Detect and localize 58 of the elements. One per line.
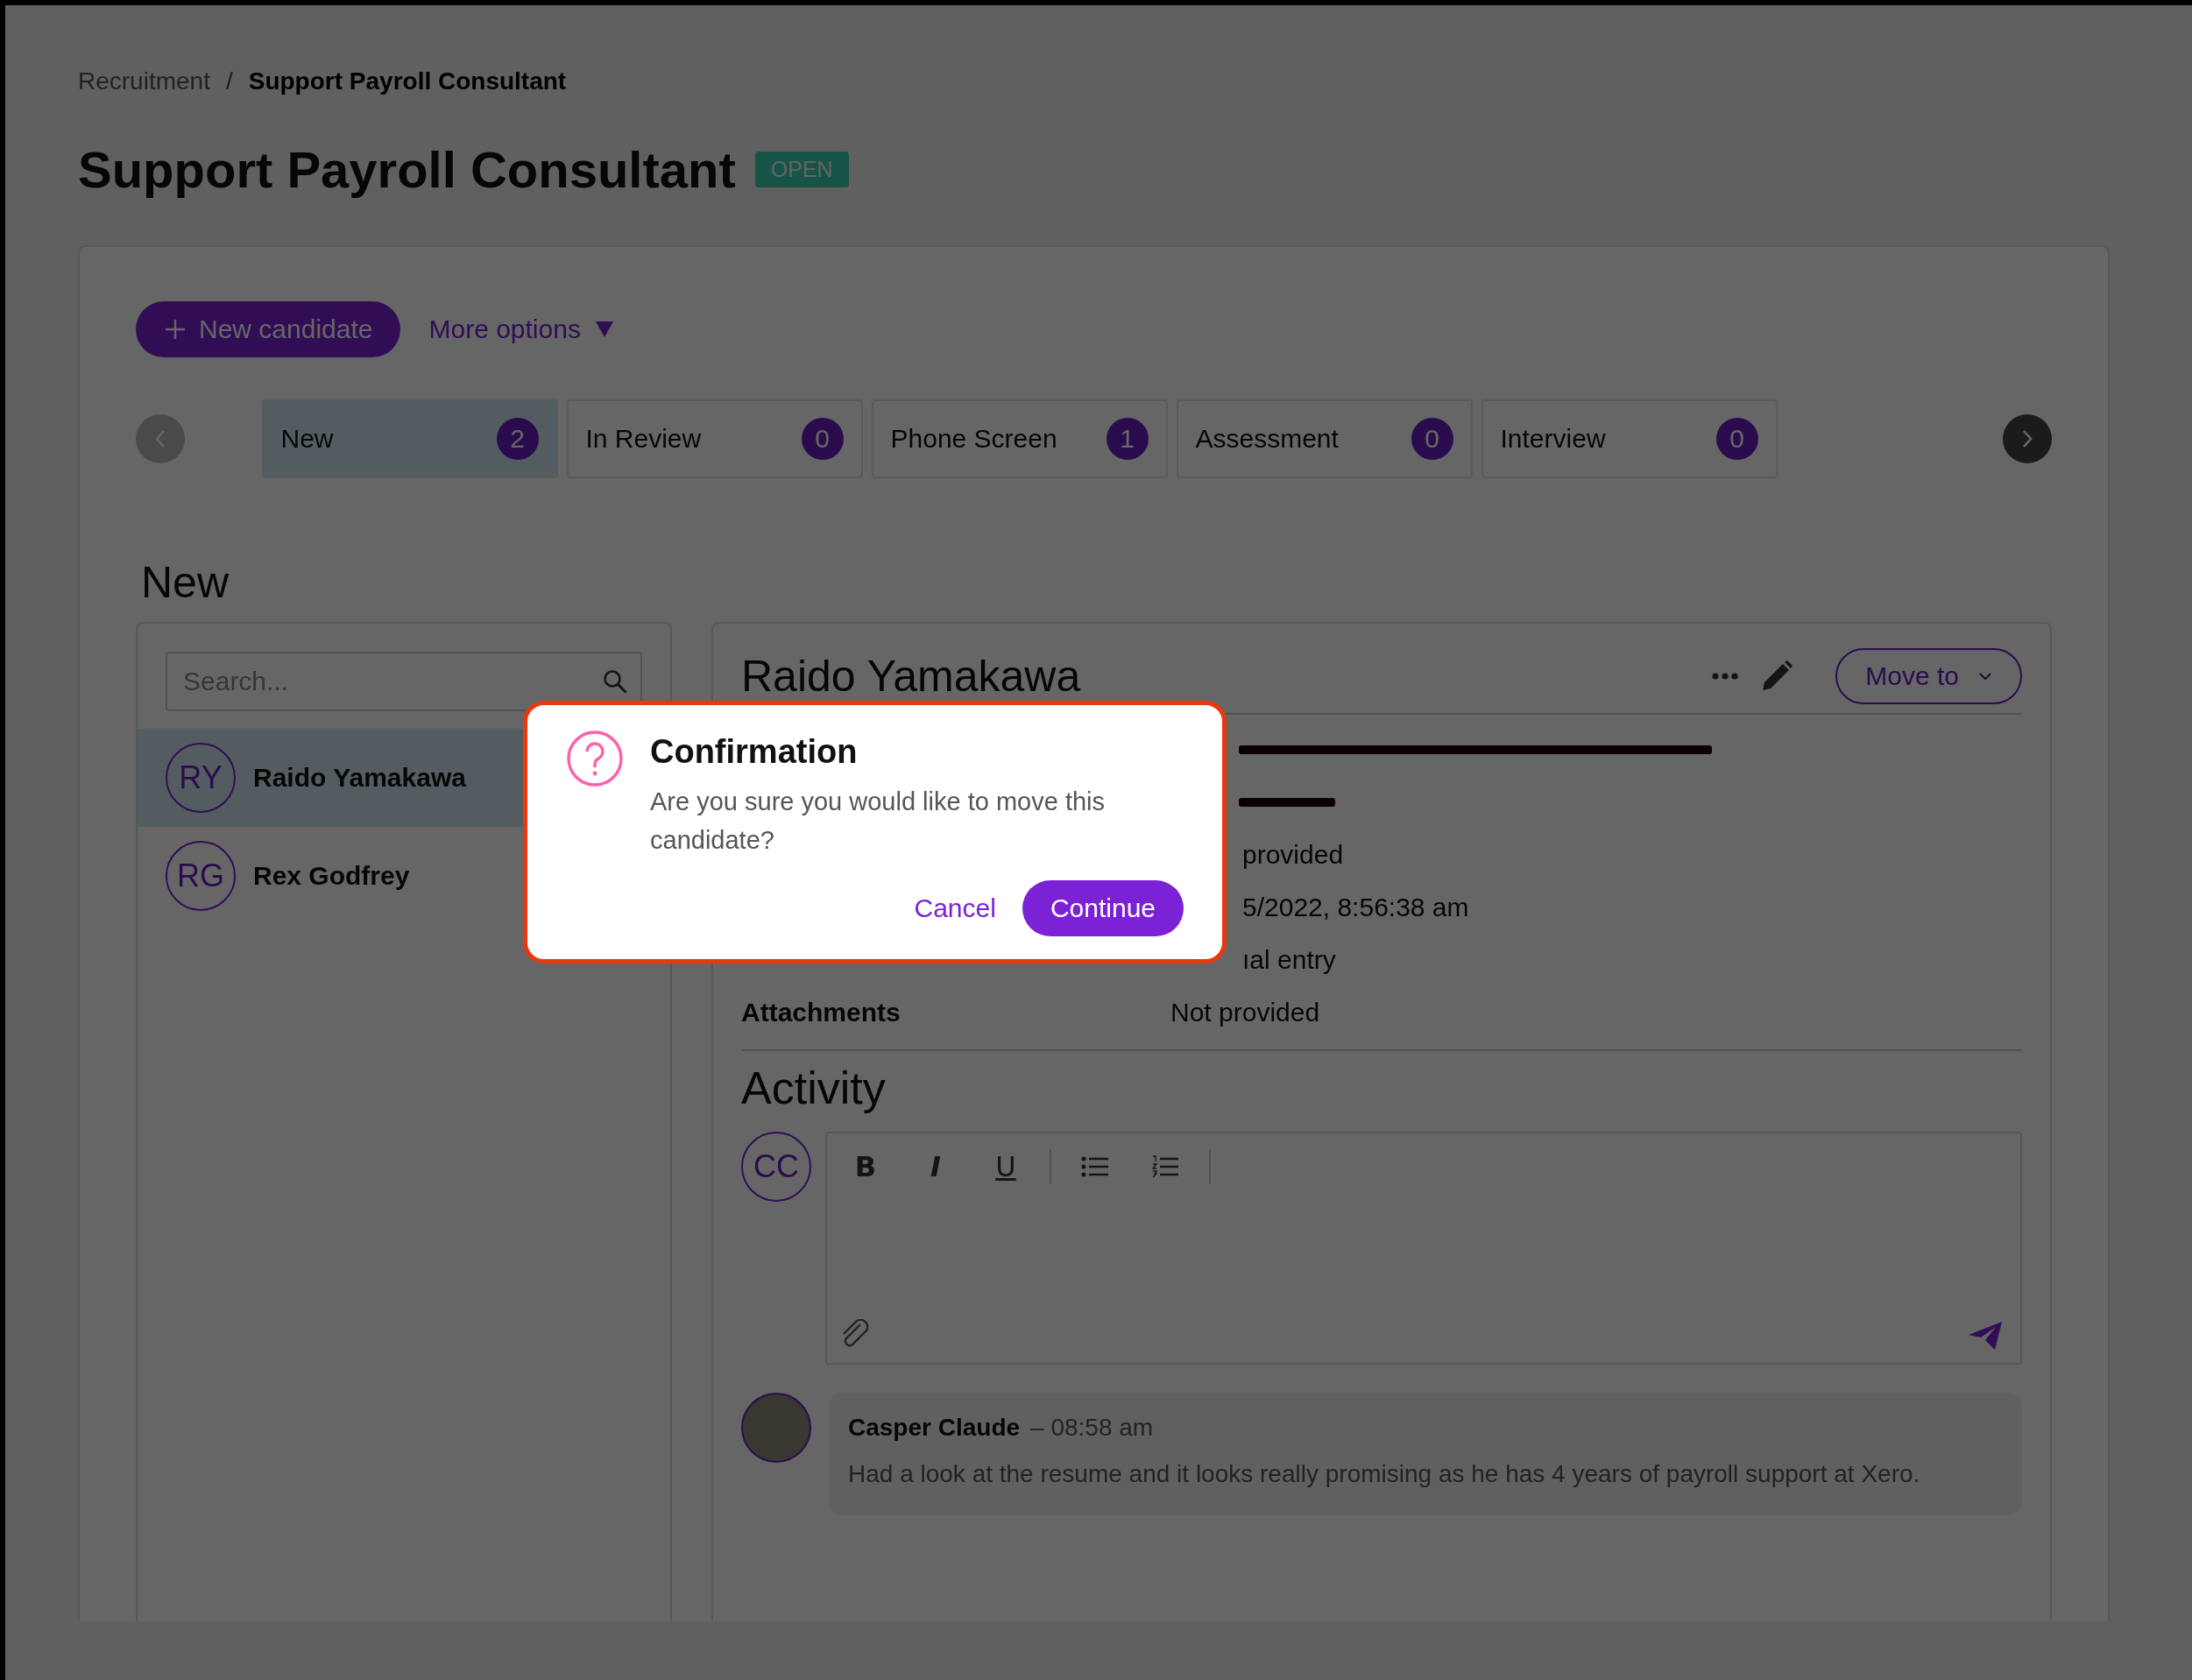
- section-heading: Activity: [741, 1062, 887, 1114]
- pencil-icon: [1760, 660, 1794, 693]
- count-badge: 1: [1106, 418, 1149, 460]
- comment-editor[interactable]: B I U: [825, 1132, 2022, 1365]
- numbered-list-icon: [1151, 1155, 1179, 1178]
- move-to-button[interactable]: Move to: [1835, 648, 2022, 704]
- more-options-button[interactable]: More options: [428, 314, 614, 344]
- bold-button[interactable]: B: [839, 1146, 892, 1188]
- caret-down-icon: [594, 321, 614, 338]
- count-badge: 0: [801, 418, 844, 460]
- tab-label: In Review: [585, 424, 702, 454]
- count-badge: 0: [1715, 418, 1758, 460]
- search-icon: [602, 668, 628, 695]
- count-badge: 0: [1411, 418, 1453, 460]
- avatar-initials: CC: [741, 1132, 811, 1202]
- section-heading: New: [141, 561, 230, 609]
- underline-button[interactable]: U: [979, 1146, 1032, 1188]
- chevron-left-icon: [154, 429, 166, 448]
- field-value: ıal entry: [1242, 945, 1336, 975]
- stage-tab[interactable]: Interview 0: [1481, 399, 1778, 478]
- italic-button[interactable]: I: [909, 1146, 962, 1188]
- field-label: Attachments: [741, 998, 902, 1027]
- breadcrumb-link[interactable]: Recruitment: [78, 67, 210, 95]
- chevron-down-icon: [1978, 672, 1992, 681]
- field-value: Not provided: [1170, 998, 1320, 1027]
- stage-tab[interactable]: New 2: [261, 399, 558, 478]
- candidate-name: Raido Yamakawa: [253, 763, 466, 793]
- cancel-button[interactable]: Cancel: [914, 893, 996, 923]
- continue-button[interactable]: Continue: [1022, 880, 1184, 936]
- comment-author: Casper Claude: [848, 1414, 1021, 1442]
- next-button[interactable]: [2003, 414, 2052, 463]
- count-badge: 2: [496, 418, 539, 460]
- stage-tab[interactable]: Phone Screen 1: [871, 399, 1168, 478]
- comment-text: Had a look at the resume and it looks really promising as he has 4 years of payroll support at Xero.: [848, 1459, 1921, 1489]
- more-icon: [1711, 672, 1740, 681]
- breadcrumb-current: Support Payroll Consultant: [248, 67, 567, 95]
- stage-tab[interactable]: Assessment 0: [1176, 399, 1473, 478]
- avatar-initials: RY: [166, 743, 236, 813]
- avatar-initials: RG: [166, 841, 236, 911]
- tab-label: Interview: [1500, 424, 1606, 454]
- tab-label: Assessment: [1195, 424, 1339, 454]
- new-candidate-button[interactable]: New candidate: [136, 301, 401, 357]
- plus-icon: [164, 318, 187, 341]
- stage-tab[interactable]: In Review 0: [566, 399, 863, 478]
- candidate-name: Rex Godfrey: [253, 861, 410, 891]
- send-icon: [1968, 1321, 2003, 1351]
- page-title: Support Payroll Consultant: [78, 139, 736, 199]
- tab-label: New: [280, 424, 334, 454]
- candidate-name: Raido Yamakawa: [741, 651, 1082, 702]
- question-circle-icon: [566, 730, 624, 787]
- chevron-right-icon: [2021, 429, 2033, 448]
- tab-label: Phone Screen: [890, 424, 1057, 454]
- breadcrumb-separator: /: [225, 67, 233, 95]
- status-badge: OPEN: [754, 151, 849, 187]
- field-value: provided: [1242, 840, 1344, 870]
- field-value: 5/2022, 8:56:38 am: [1242, 893, 1469, 922]
- comment-time: – 08:58 am: [1030, 1414, 1154, 1442]
- bulleted-list-icon: [1081, 1156, 1109, 1177]
